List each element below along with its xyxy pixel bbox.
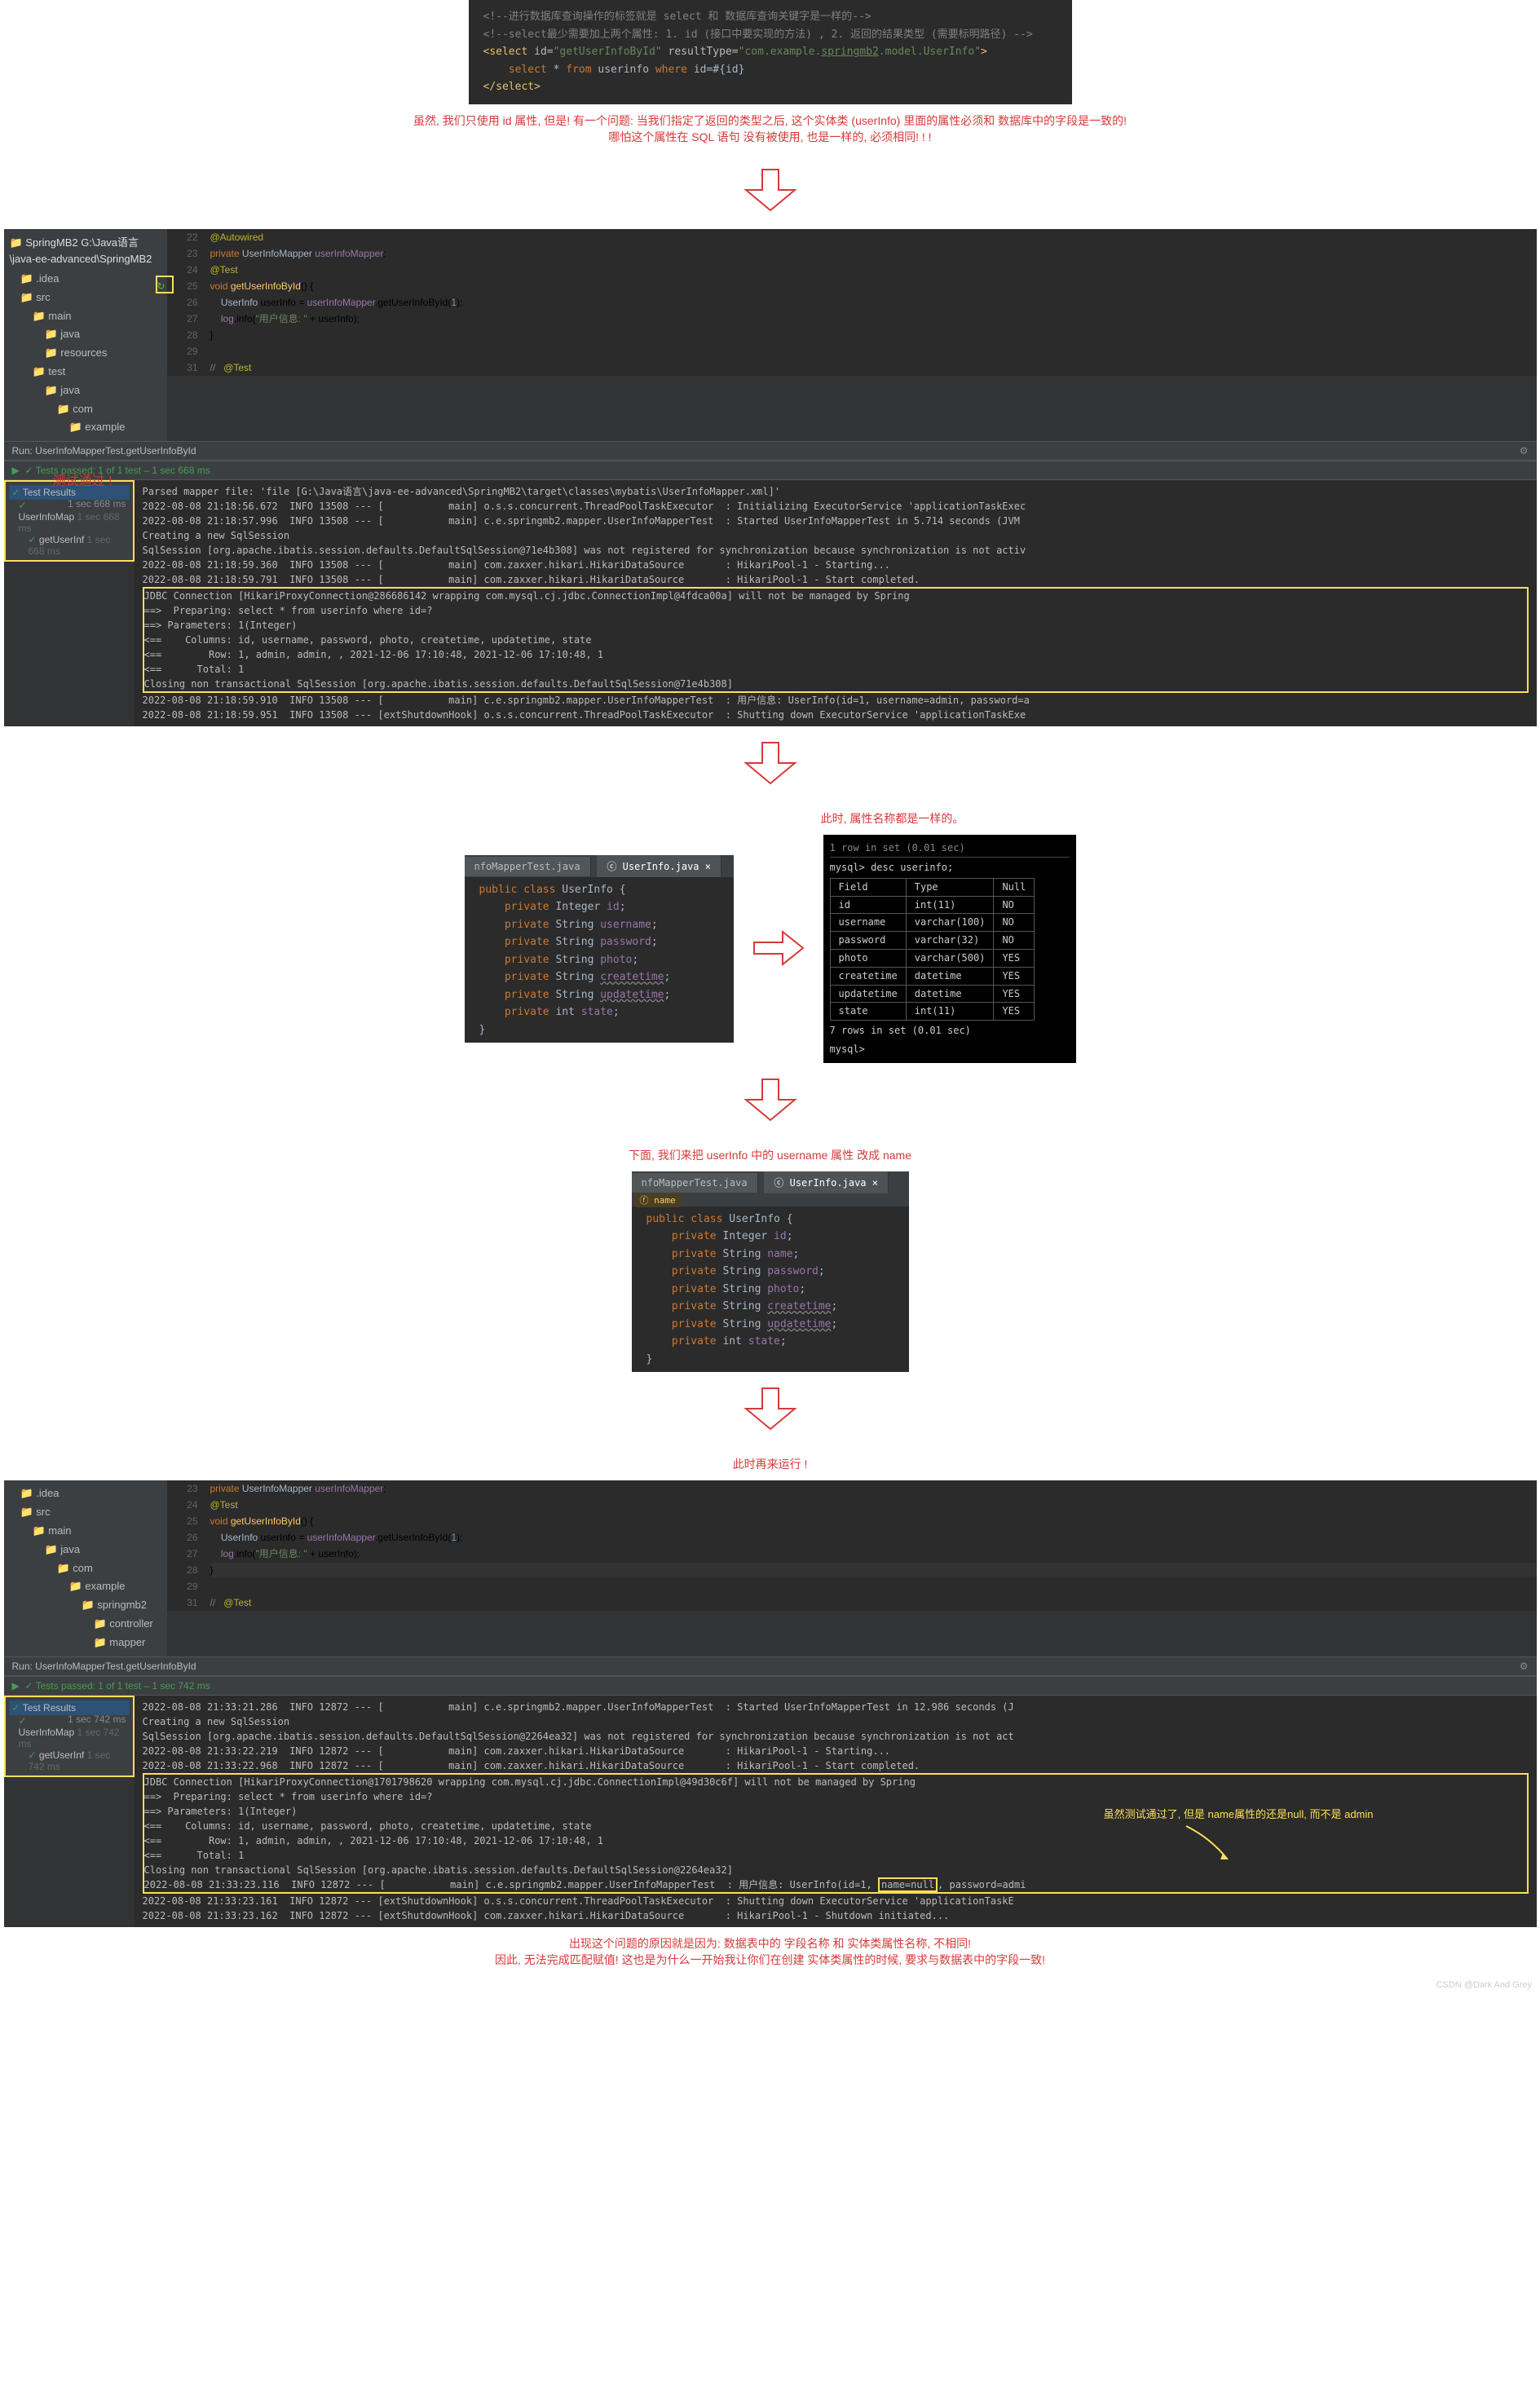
xml-code-block: <!--进行数据库查询操作的标签就是 select 和 数据库查询关键字是一样的… <box>469 0 1072 104</box>
project-tree[interactable]: 📁 SpringMB2 G:\Java语言\java-ee-advanced\S… <box>4 229 167 442</box>
editor-tab[interactable]: ⓒ UserInfo.java × <box>597 855 721 877</box>
tree-item[interactable]: 📁 main <box>8 1522 163 1541</box>
arrow-down-icon <box>0 153 1540 229</box>
watermark: CSDN @Dark And Grey <box>0 1976 1540 1994</box>
xml-comment: <!--进行数据库查询操作的标签就是 select 和 数据库查询关键字是一样的… <box>477 8 1064 26</box>
commentary-text: 此时, 属性名称都是一样的。 <box>0 802 1540 835</box>
play-icon[interactable]: ▶ <box>12 465 20 476</box>
editor-tab[interactable]: ⓒ UserInfo.java × <box>764 1171 889 1193</box>
tree-item[interactable]: 📁 resources <box>8 344 163 363</box>
editor-area[interactable]: 23private UserInfoMapper userInfoMapper;… <box>167 1480 1537 1611</box>
commentary-text: 此时再来运行 ! <box>0 1448 1540 1480</box>
console-output[interactable]: Parsed mapper file: 'file [G:\Java语言\jav… <box>135 480 1537 726</box>
editor-area[interactable]: 22@Autowired 23private UserInfoMapper us… <box>167 229 1537 376</box>
arrow-right-icon <box>750 928 807 971</box>
arrow-annotation-icon <box>1137 1822 1235 1863</box>
tree-item[interactable]: 📁 java <box>8 382 163 400</box>
tree-item[interactable]: 📁 java <box>8 325 163 344</box>
field-badge: ⓕ name <box>635 1193 681 1207</box>
userinfo-class-editor-modified: nfoMapperTest.java ⓒ UserInfo.java × ⓕ n… <box>632 1171 909 1373</box>
tree-item[interactable]: 📁 example <box>8 418 163 437</box>
xml-sql: select * from userinfo where id=#{id} <box>477 61 1064 79</box>
run-gutter-icon[interactable]: ↻ <box>157 279 165 293</box>
tree-item[interactable]: 📁 test <box>8 363 163 382</box>
tree-item[interactable]: 📁 com <box>8 1559 163 1578</box>
commentary-text: 下面, 我们来把 userInfo 中的 username 属性 改成 name <box>0 1139 1540 1171</box>
editor-tab[interactable]: nfoMapperTest.java <box>632 1173 758 1193</box>
tree-item[interactable]: 📁 src <box>8 289 163 307</box>
project-tree[interactable]: 📁 .idea 📁 src 📁 main 📁 java 📁 com 📁 exam… <box>4 1480 167 1656</box>
tree-item[interactable]: 📁 mapper <box>8 1634 163 1652</box>
yellow-annotation: 虽然测试通过了, 但是 name属性的还是null, 而不是 admin <box>1104 1806 1374 1821</box>
editor-tab[interactable]: nfoMapperTest.java <box>465 857 591 876</box>
commentary-text: 出现这个问题的原因就是因为: 数据表中的 字段名称 和 实体类属性名称, 不相同… <box>0 1927 1540 1976</box>
commentary-text: 虽然, 我们只使用 id 属性, 但是! 有一个问题: 当我们指定了返回的类型之… <box>0 104 1540 153</box>
tree-item[interactable]: 📁 springmb2 <box>8 1596 163 1615</box>
run-toolbar: Run: UserInfoMapperTest.getUserInfoById … <box>4 441 1537 461</box>
tree-item[interactable]: 📁 src <box>8 1503 163 1522</box>
tree-item[interactable]: 📁 .idea <box>8 1484 163 1503</box>
arrow-down-icon <box>0 1063 1540 1139</box>
run-toolbar: Run: UserInfoMapperTest.getUserInfoById … <box>4 1656 1537 1676</box>
arrow-down-icon <box>0 1372 1540 1448</box>
red-annotation: 测试通过 ! <box>53 470 113 489</box>
xml-comment: <!--select最少需要加上两个属性: 1. id (接口中要实现的方法) … <box>477 26 1064 44</box>
tests-passed-label: ✓ Tests passed: 1 of 1 test – 1 sec 742 … <box>24 1680 210 1692</box>
arrow-down-icon <box>0 726 1540 802</box>
xml-select-close: </select> <box>477 78 1064 96</box>
run-config-label: Run: UserInfoMapperTest.getUserInfoById <box>12 445 196 457</box>
play-icon[interactable]: ▶ <box>12 1680 20 1692</box>
tree-item[interactable]: 📁 controller <box>8 1615 163 1634</box>
xml-select-open: <select id="getUserInfoById" resultType=… <box>477 43 1064 61</box>
settings-icon[interactable]: ⚙ <box>1520 445 1529 457</box>
test-results-panel[interactable]: ✓ Test Results 1 sec 668 ms ✓ UserInfoMa… <box>4 480 135 562</box>
userinfo-class-editor: nfoMapperTest.java ⓒ UserInfo.java × pub… <box>465 855 734 1043</box>
test-results-panel[interactable]: ✓ Test Results 1 sec 742 ms ✓ UserInfoMa… <box>4 1696 135 1777</box>
tree-item[interactable]: 📁 com <box>8 400 163 419</box>
tree-item[interactable]: 📁 .idea <box>8 270 163 289</box>
mysql-terminal: 1 row in set (0.01 sec) mysql> desc user… <box>823 835 1076 1063</box>
tree-item[interactable]: 📁 java <box>8 1541 163 1559</box>
settings-icon[interactable]: ⚙ <box>1520 1661 1529 1672</box>
tree-item[interactable]: 📁 example <box>8 1577 163 1596</box>
run-config-label: Run: UserInfoMapperTest.getUserInfoById <box>12 1661 196 1672</box>
tree-item[interactable]: 📁 main <box>8 307 163 326</box>
